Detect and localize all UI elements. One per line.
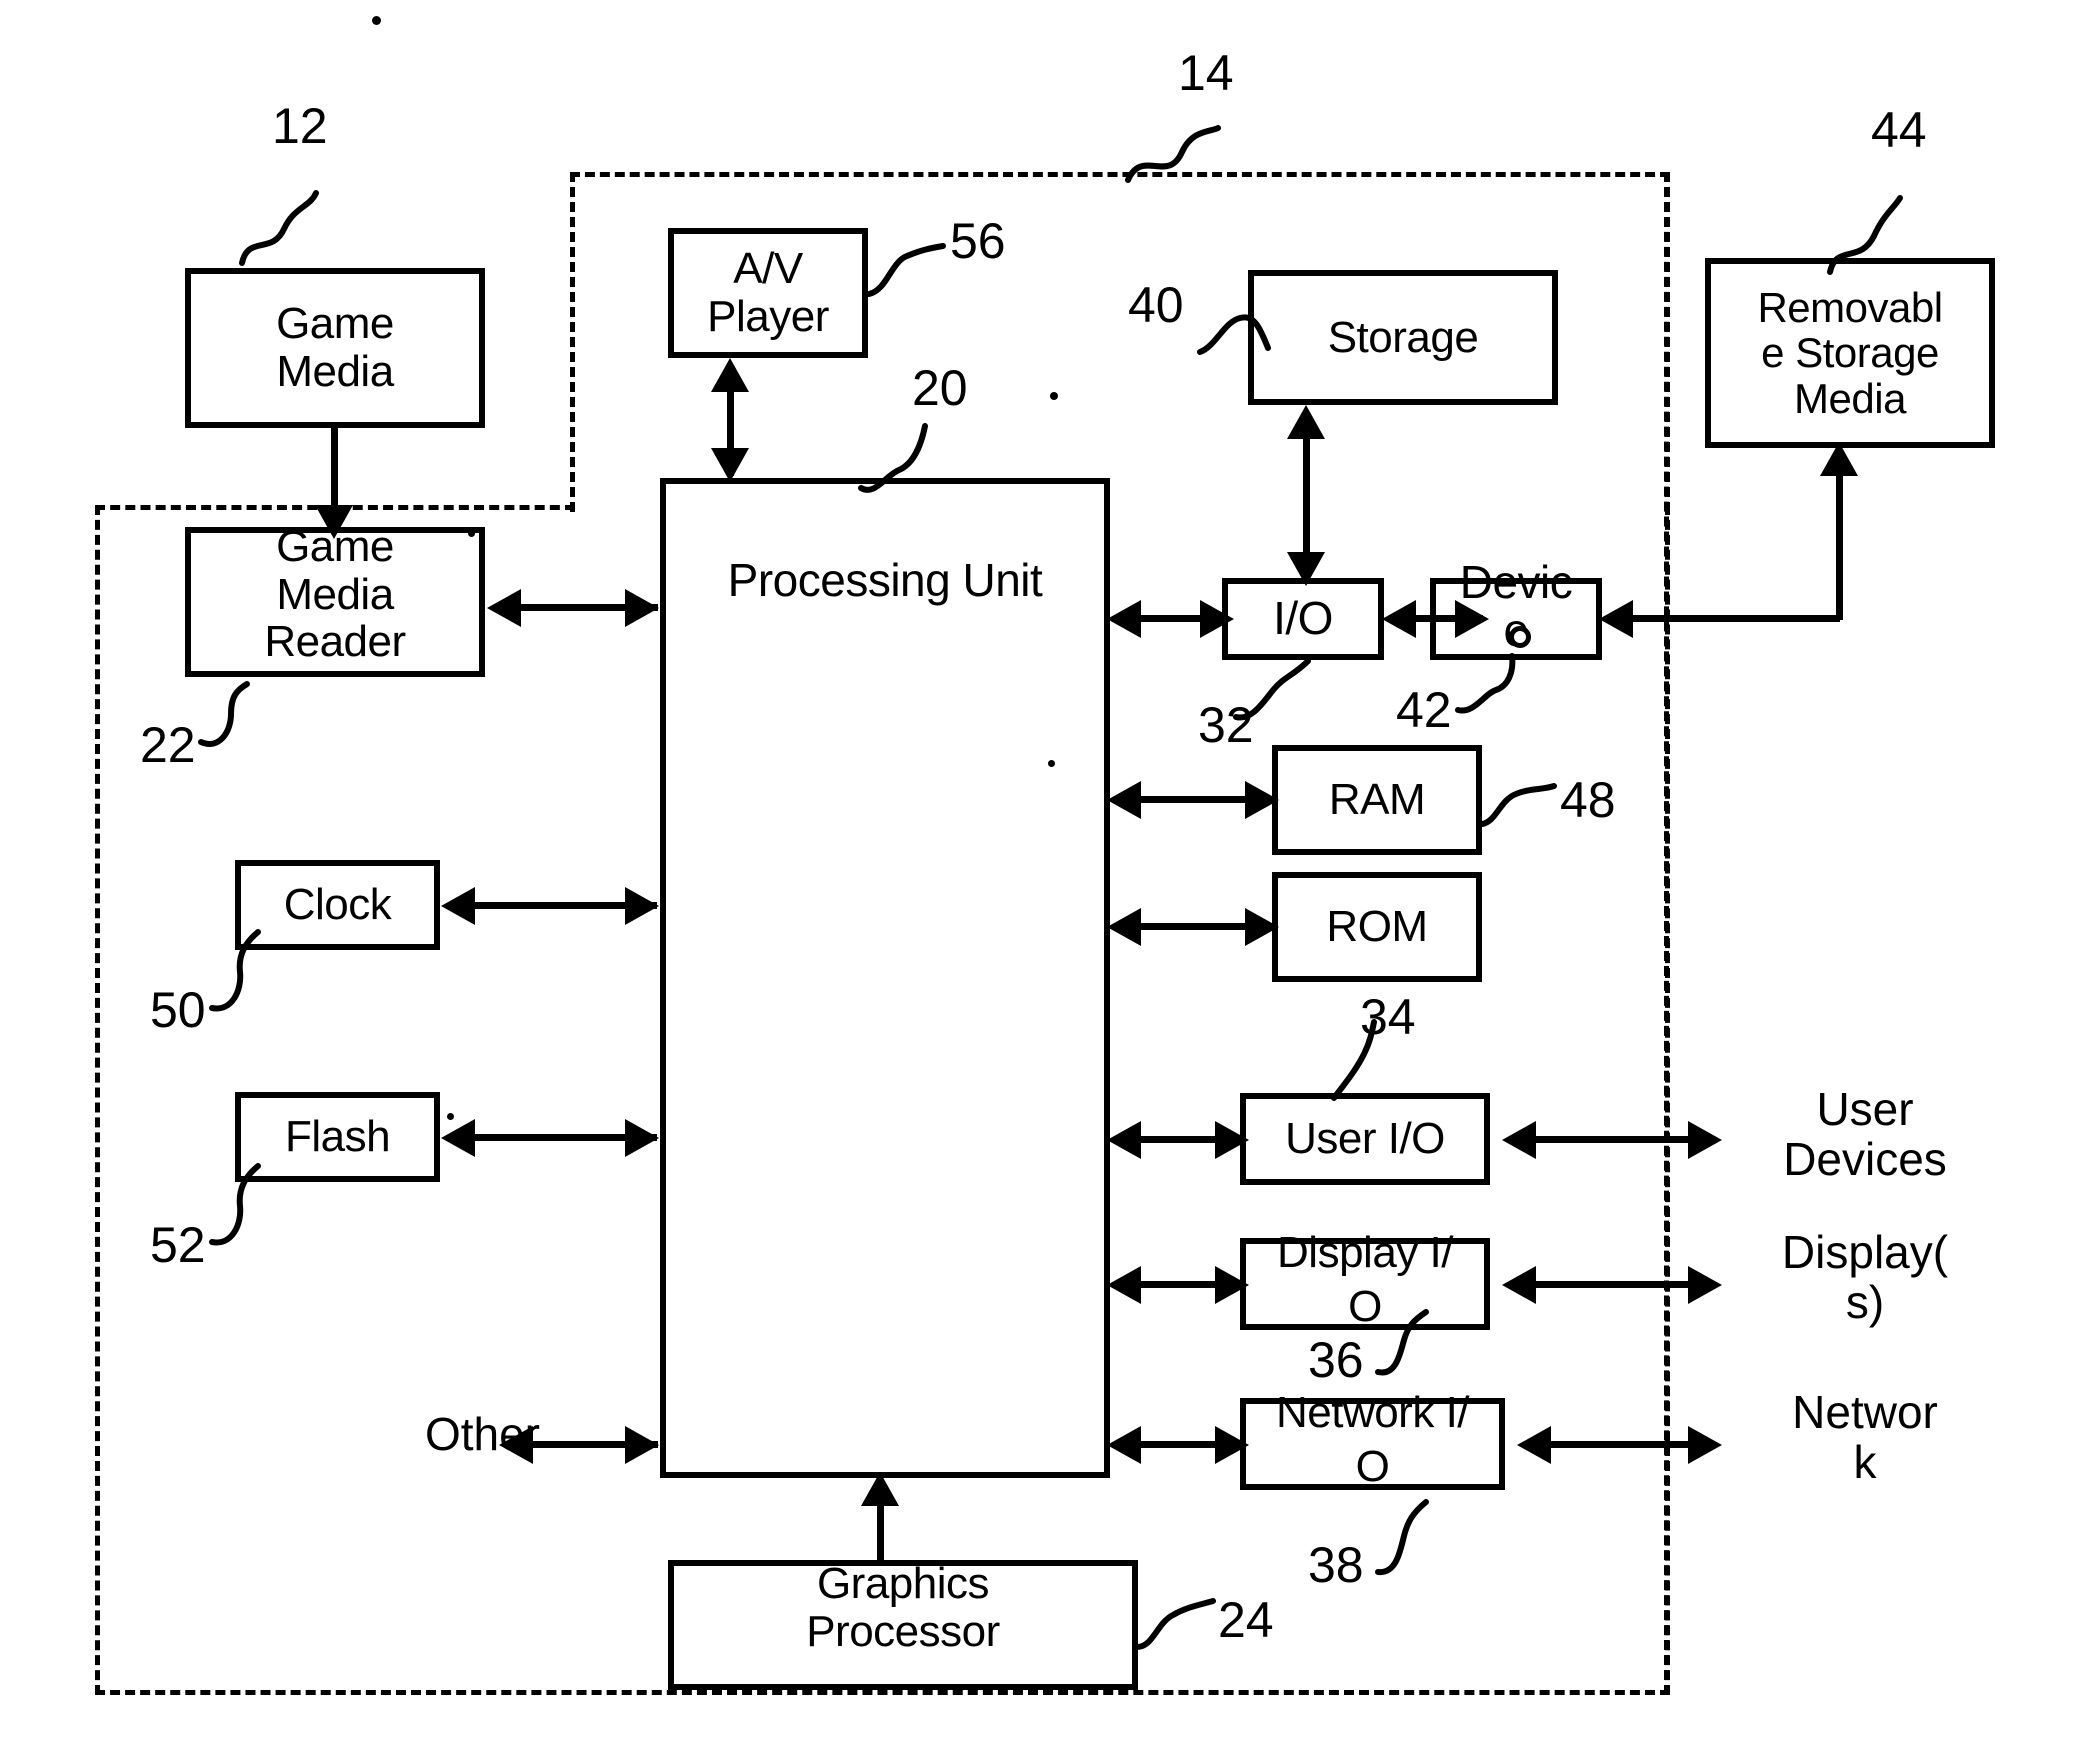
leader-14	[1125, 125, 1221, 183]
arrowhead-up-storage	[1287, 405, 1325, 439]
leader-12	[239, 190, 319, 266]
arrowhead-left-ram	[1107, 781, 1141, 819]
block-game-media-label: Game Media	[276, 299, 394, 396]
arrowhead-left-rom	[1107, 908, 1141, 946]
block-game-media: Game Media	[185, 268, 485, 428]
arrowhead-left-network	[1517, 1426, 1551, 1464]
arrowhead-right-reader	[625, 589, 659, 627]
arrowhead-left-flash	[441, 1119, 475, 1157]
ref-22: 22	[140, 717, 196, 773]
block-removable-storage-media: Removabl e Storage Media	[1705, 258, 1995, 448]
arrowhead-left-displayio	[1107, 1266, 1141, 1304]
label-user-devices: User Devices	[1783, 1083, 1947, 1185]
arrowhead-right-networkio	[1215, 1426, 1249, 1464]
block-storage: Storage	[1248, 270, 1558, 405]
block-av-player-label: A/V Player	[707, 244, 829, 341]
arrowhead-up-gp	[861, 1472, 899, 1506]
arrowhead-left-userio	[1107, 1121, 1141, 1159]
ref-38: 38	[1308, 1537, 1364, 1593]
arrowhead-right-pu-io	[1200, 600, 1234, 638]
block-flash-label: Flash	[284, 1112, 391, 1162]
arrowhead-right-other	[625, 1426, 659, 1464]
block-clock-label: Clock	[283, 880, 392, 930]
arrowhead-left-pu-io	[1107, 600, 1141, 638]
block-av-player: A/V Player	[668, 228, 868, 358]
block-processing-unit: Processing Unit	[660, 478, 1110, 1478]
arrowhead-right-userio	[1215, 1121, 1249, 1159]
ref-14: 14	[1178, 45, 1234, 101]
arrowhead-left-userdevices	[1502, 1121, 1536, 1159]
arrowhead-right-rom	[1245, 908, 1279, 946]
arrowhead-down-av	[711, 448, 749, 482]
block-io: I/O	[1222, 578, 1384, 660]
arrowhead-right-displayio	[1215, 1266, 1249, 1304]
block-network-io: Network I/ O	[1240, 1388, 1505, 1491]
arrowhead-left-other	[499, 1426, 533, 1464]
scan-speck	[1048, 760, 1055, 767]
scan-speck	[468, 530, 475, 537]
arrowhead-right-flash	[625, 1119, 659, 1157]
block-game-media-reader: Game Media Reader	[185, 523, 485, 677]
leader-42	[1455, 653, 1516, 714]
scan-speck	[1050, 392, 1058, 400]
scan-speck	[372, 16, 381, 25]
connector-userio-userdevices	[1513, 1136, 1713, 1143]
leader-48	[1479, 783, 1557, 827]
leader-22	[198, 681, 250, 747]
leader-32	[1233, 658, 1311, 721]
block-removable-storage-media-label: Removabl e Storage Media	[1757, 283, 1943, 422]
label-network: Networ k	[1792, 1386, 1938, 1488]
block-io-label: I/O	[1273, 592, 1333, 645]
ref-52: 52	[150, 1217, 206, 1273]
block-processing-unit-label: Processing Unit	[727, 554, 1043, 606]
arrowhead-left-io-device	[1382, 600, 1416, 638]
arrowhead-up-removable	[1820, 442, 1858, 476]
leader-38	[1375, 1499, 1429, 1576]
ref-12: 12	[272, 98, 328, 154]
block-ram: RAM	[1272, 745, 1482, 855]
leader-56	[866, 243, 946, 297]
arrowhead-up-av	[711, 358, 749, 392]
connector-displayio-displays	[1513, 1281, 1713, 1288]
block-network-io-label: Network I/ O	[1275, 1388, 1470, 1491]
dashed-boundary-right	[1664, 172, 1669, 1695]
connector-device-removable-h	[1610, 615, 1840, 622]
arrowhead-right-clock	[625, 887, 659, 925]
block-graphics-processor: Graphics Processor	[668, 1560, 1138, 1690]
arrowhead-right-userdevices	[1688, 1121, 1722, 1159]
block-user-io-label: User I/O	[1285, 1114, 1445, 1164]
arrowhead-right-ram	[1245, 781, 1279, 819]
block-rom: ROM	[1272, 872, 1482, 982]
arrowhead-left-networkio	[1107, 1426, 1141, 1464]
ref-36: 36	[1308, 1332, 1364, 1388]
block-rom-label: ROM	[1326, 902, 1428, 952]
node-dot-device	[1509, 626, 1531, 648]
scan-speck	[447, 1113, 454, 1120]
arrowhead-left-device-removable	[1599, 600, 1633, 638]
ref-42: 42	[1396, 682, 1452, 738]
arrowhead-right-network	[1688, 1426, 1722, 1464]
leader-36	[1375, 1309, 1429, 1376]
leader-52	[209, 1163, 261, 1246]
leader-24	[1134, 1598, 1216, 1650]
block-ram-label: RAM	[1328, 775, 1426, 825]
ref-50: 50	[150, 982, 206, 1038]
block-user-io: User I/O	[1240, 1093, 1490, 1185]
block-graphics-processor-label: Graphics Processor	[806, 1559, 1000, 1656]
arrowhead-left-clock	[441, 887, 475, 925]
patent-figure-canvas: 14 12 Game Media Game Media Reader 22 A/…	[0, 0, 2098, 1763]
connector-device-removable-v	[1836, 470, 1843, 620]
arrowhead-left-displays	[1502, 1266, 1536, 1304]
arrowhead-right-displays	[1688, 1266, 1722, 1304]
ref-40: 40	[1128, 277, 1184, 333]
ref-20: 20	[912, 360, 968, 416]
label-displays: Display( s)	[1781, 1226, 1949, 1328]
block-game-media-reader-label: Game Media Reader	[264, 522, 406, 667]
block-storage-label: Storage	[1327, 312, 1479, 362]
ref-44: 44	[1871, 102, 1927, 158]
connector-networkio-network	[1528, 1441, 1713, 1448]
arrowhead-left-reader	[487, 589, 521, 627]
leader-50	[209, 929, 261, 1012]
